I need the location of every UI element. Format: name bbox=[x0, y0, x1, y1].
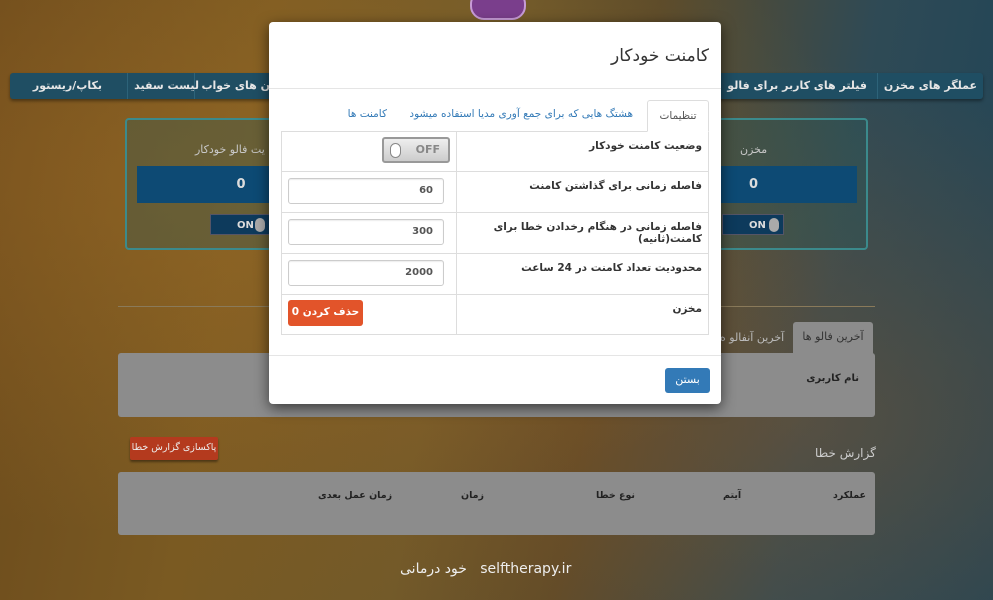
nav-item-follow-filters[interactable]: فیلتر های کاربر برای فالو bbox=[720, 73, 873, 99]
error-interval-input[interactable]: 300 bbox=[288, 219, 444, 245]
column-username: نام کاربری bbox=[806, 373, 859, 384]
error-log-table: عملکرد آیتم نوع خطا زمان زمان عمل بعدی bbox=[118, 472, 875, 535]
error-log-title: گزارش خطا bbox=[815, 446, 876, 460]
settings-table: وضعیت کامنت خودکار OFF فاصله زمانی برای … bbox=[281, 131, 709, 335]
repo-toggle[interactable]: ON bbox=[722, 214, 784, 235]
auto-follow-label: یت فالو خودکار bbox=[195, 143, 265, 156]
footer-site: selftherapy.ir bbox=[480, 561, 572, 577]
table-row: فاصله زمانی برای گذاشتن کامنت 60 bbox=[281, 171, 709, 213]
delete-repo-button[interactable]: حذف کردن 0 bbox=[288, 300, 363, 326]
clear-error-log-button[interactable]: پاکسازی گزارش خطا bbox=[130, 437, 218, 460]
daily-limit-input[interactable]: 2000 bbox=[288, 260, 444, 286]
comment-interval-input[interactable]: 60 bbox=[288, 178, 444, 204]
modal-footer-divider bbox=[269, 355, 721, 356]
modal-tab-hashtags[interactable]: هشتگ هایی که برای جمع آوری مدیا استفاده … bbox=[409, 108, 633, 120]
row-label: مخزن bbox=[456, 294, 709, 335]
nav-item-backup-restore[interactable]: بکاپ/ریستور bbox=[27, 73, 108, 99]
row-label: فاصله زمانی برای گذاشتن کامنت bbox=[456, 171, 709, 213]
footer-brand: خود درمانی bbox=[400, 561, 467, 577]
auto-comment-toggle[interactable]: OFF bbox=[382, 137, 450, 163]
nav-item-repo-actions[interactable]: عملگر های مخزن bbox=[876, 73, 983, 99]
column-next-action-time: زمان عمل بعدی bbox=[318, 490, 393, 501]
nav-item-whitelist[interactable]: لیست سفید bbox=[127, 73, 205, 99]
table-row: محدودیت تعداد کامنت در 24 ساعت 2000 bbox=[281, 253, 709, 295]
column-item: آیتم bbox=[723, 490, 742, 501]
column-time: زمان bbox=[461, 490, 485, 501]
row-label: وضعیت کامنت خودکار bbox=[456, 131, 709, 172]
modal-title: کامنت خودکار bbox=[611, 46, 709, 66]
repo-label: مخزن bbox=[740, 143, 768, 156]
tab-last-unfollows[interactable]: آخرین آنفالو ه bbox=[720, 331, 784, 344]
nav-item-sleep[interactable]: ن های خواب bbox=[194, 73, 276, 99]
footer: خود درمانی selftherapy.ir bbox=[400, 561, 600, 577]
row-label: فاصله زمانی در هنگام رخدادن خطا برای کام… bbox=[456, 212, 709, 254]
auto-comment-modal: کامنت خودکار تنظیمات هشتگ هایی که برای ج… bbox=[269, 22, 721, 404]
row-label: محدودیت تعداد کامنت در 24 ساعت bbox=[456, 253, 709, 295]
close-button[interactable]: بستن bbox=[665, 368, 710, 393]
toggle-knob bbox=[390, 143, 401, 158]
tab-last-follows[interactable]: آخرین فالو ها bbox=[793, 322, 873, 354]
column-error-type: نوع خطا bbox=[596, 490, 635, 501]
modal-header-divider bbox=[269, 88, 721, 89]
modal-tab-comments[interactable]: کامنت ها bbox=[348, 108, 387, 120]
table-row: وضعیت کامنت خودکار OFF bbox=[281, 131, 709, 172]
auto-follow-toggle[interactable]: ON bbox=[210, 214, 270, 235]
column-action: عملکرد bbox=[833, 490, 867, 501]
table-row: فاصله زمانی در هنگام رخدادن خطا برای کام… bbox=[281, 212, 709, 254]
modal-tab-settings[interactable]: تنظیمات bbox=[647, 100, 709, 132]
table-row: مخزن حذف کردن 0 bbox=[281, 294, 709, 335]
logo bbox=[470, 0, 526, 20]
